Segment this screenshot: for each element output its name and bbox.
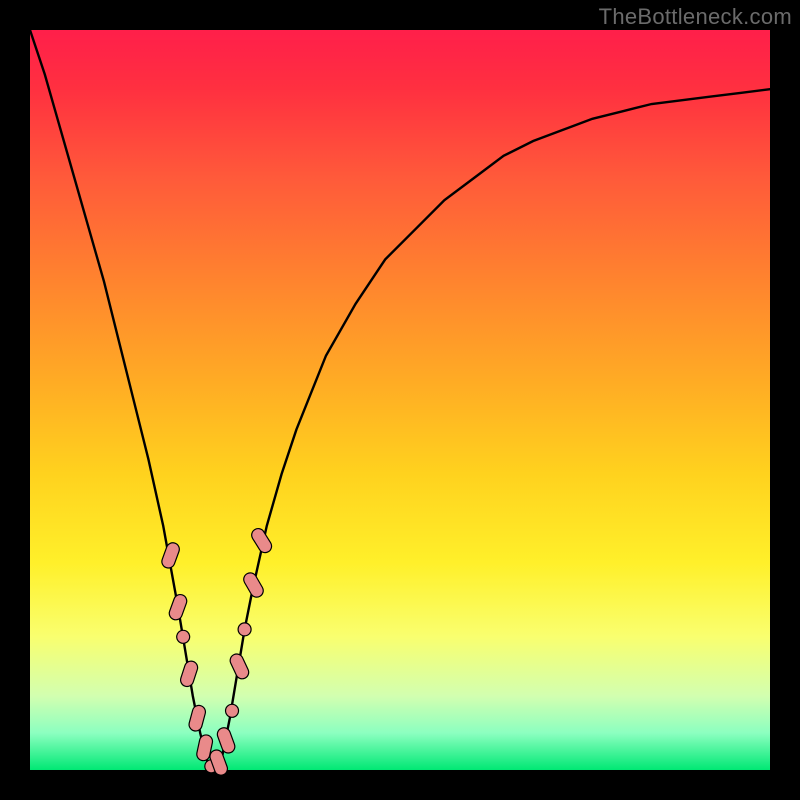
chart-svg	[30, 30, 770, 770]
marker-dot	[238, 623, 251, 636]
marker-capsule	[228, 652, 251, 681]
marker-dot	[226, 704, 239, 717]
chart-frame: TheBottleneck.com	[0, 0, 800, 800]
marker-dot	[177, 630, 190, 643]
marker-capsule	[167, 593, 188, 622]
plot-area	[30, 30, 770, 770]
marker-capsule	[249, 526, 274, 555]
bottleneck-curve	[30, 30, 770, 770]
marker-capsule	[188, 704, 207, 732]
watermark-text: TheBottleneck.com	[599, 4, 792, 30]
marker-capsule	[160, 541, 181, 570]
marker-capsule	[241, 570, 265, 599]
marker-capsule	[179, 659, 199, 688]
markers-group	[160, 526, 274, 777]
